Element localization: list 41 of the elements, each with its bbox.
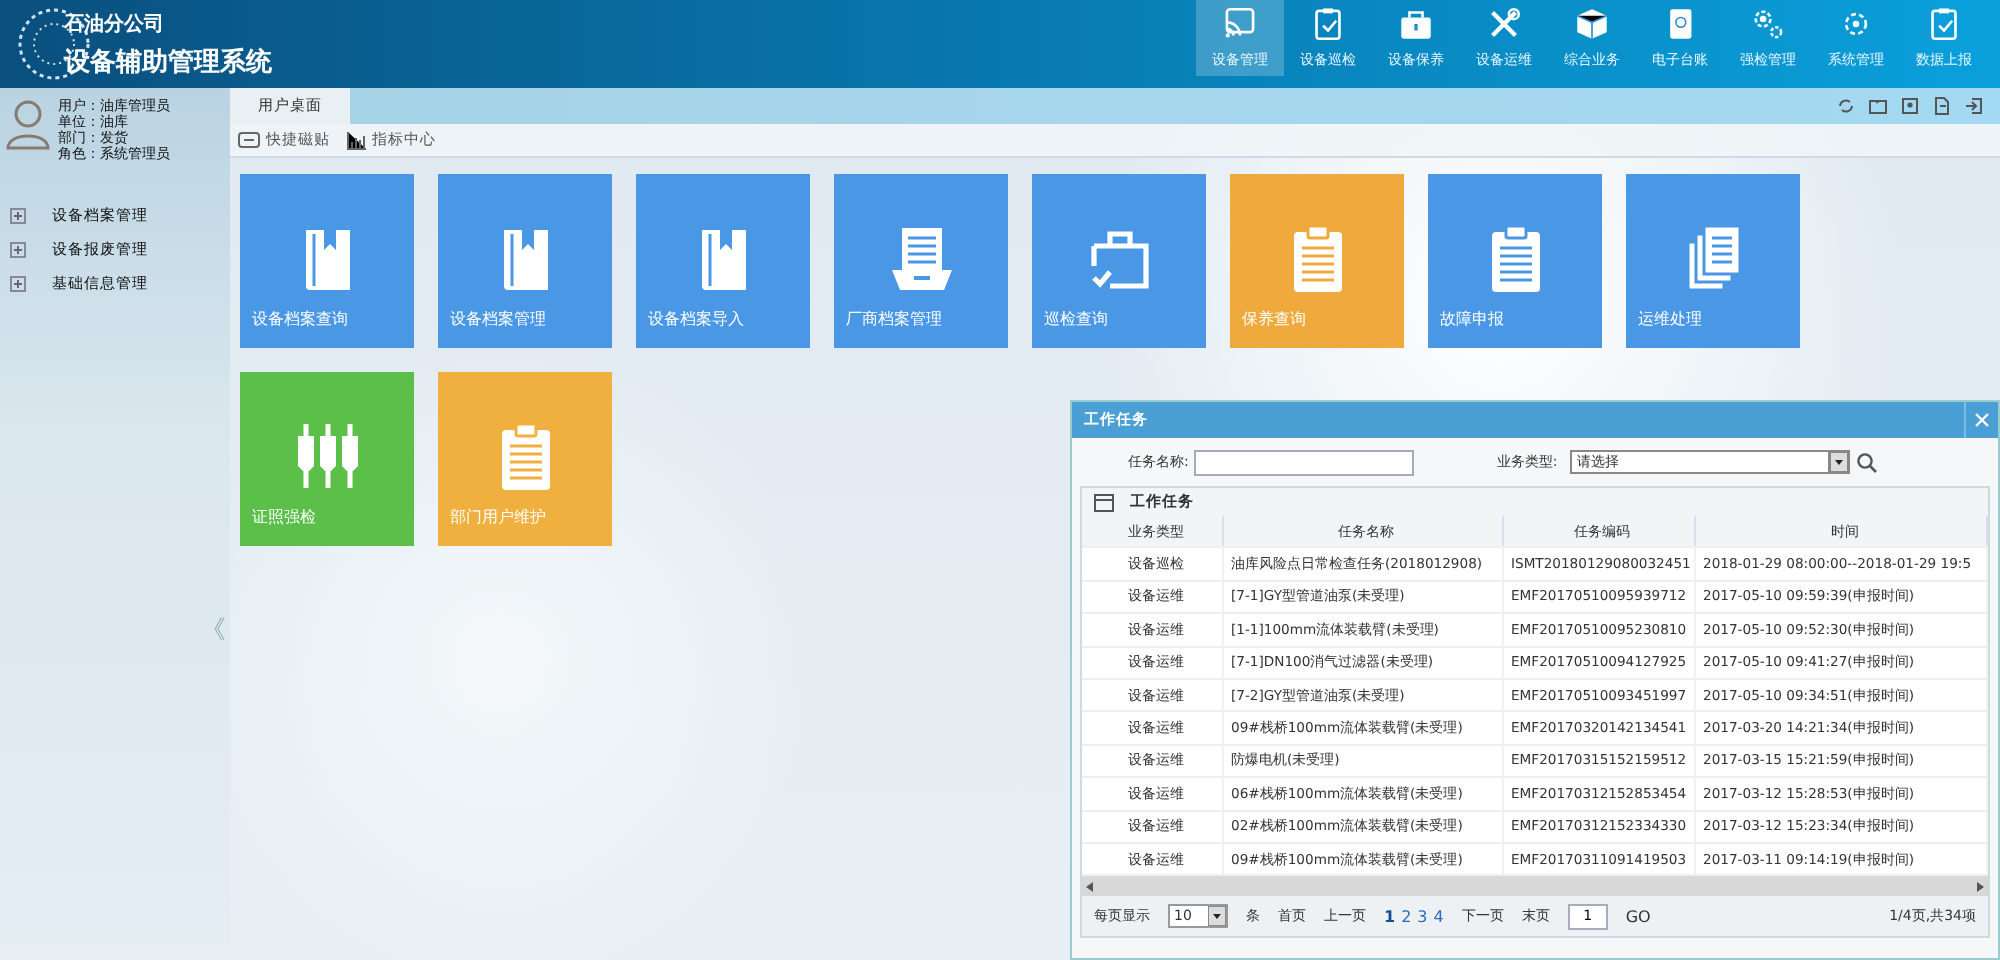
search-icon[interactable] [1855, 451, 1878, 473]
tile-button[interactable]: 巡检查询 [1032, 174, 1206, 348]
tile-button[interactable]: 厂商档案管理 [834, 174, 1008, 348]
avatar-icon [6, 98, 50, 150]
document-icon[interactable] [1932, 96, 1952, 116]
tile-button[interactable]: 故障申报 [1428, 174, 1602, 348]
scroll-left-icon[interactable] [1086, 881, 1094, 892]
briefcase-icon [1398, 6, 1434, 42]
tile-button[interactable]: 设备档案导入 [636, 174, 810, 348]
tile-button[interactable]: 运维处理 [1626, 174, 1800, 348]
collapse-button[interactable]: 《 [200, 612, 230, 648]
tile-button[interactable]: 设备档案管理 [438, 174, 612, 348]
go-button[interactable]: GO [1625, 907, 1651, 926]
id-card-icon[interactable] [1900, 96, 1920, 116]
dropdown-icon [1827, 452, 1848, 472]
tile-button[interactable]: 保养查询 [1230, 174, 1404, 348]
gears-icon [1750, 6, 1786, 42]
logout-icon[interactable] [1964, 96, 1984, 116]
tile-button[interactable]: 设备档案查询 [240, 174, 414, 348]
page-link[interactable]: 4 [1433, 907, 1444, 926]
page-link[interactable]: 3 [1417, 907, 1428, 926]
page-link[interactable]: 1 [1384, 907, 1396, 926]
horizontal-scrollbar[interactable] [1082, 876, 1988, 897]
bar-chart-icon [346, 131, 366, 149]
tools-icon [1486, 6, 1522, 42]
folder-icon[interactable] [1868, 96, 1888, 116]
clipboard-check-icon [1310, 6, 1346, 42]
task-name-field[interactable] [1194, 449, 1415, 475]
refresh-icon[interactable] [1836, 96, 1856, 116]
box-icon [1574, 6, 1610, 42]
scroll-right-icon[interactable] [1976, 881, 1984, 892]
system-title: 设备辅助管理系统 [64, 45, 272, 79]
cast-icon [1222, 6, 1258, 42]
company-name: 石油分公司 [64, 11, 166, 37]
tile-button[interactable]: 证照强检 [240, 372, 414, 546]
clipboard-check-icon [1926, 6, 1962, 42]
page-link[interactable]: 2 [1401, 907, 1412, 926]
tile-icon [238, 132, 260, 148]
close-icon [1974, 412, 1990, 428]
grid-icon [1094, 493, 1114, 511]
dropdown-icon [1208, 906, 1226, 927]
